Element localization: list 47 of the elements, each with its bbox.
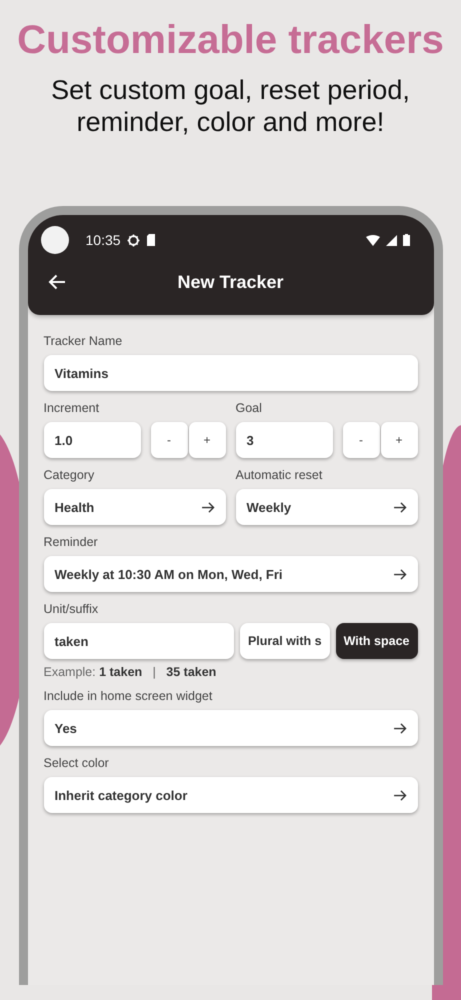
wifi-icon [366,234,380,246]
example-text: Example: 1 taken | 35 taken [44,665,218,679]
arrow-right-icon [394,722,406,734]
toggle-button[interactable]: With space [336,623,418,659]
field-label: Include in home screen widget [44,689,214,703]
plus-button[interactable]: + [188,422,226,458]
toggle-button[interactable]: Plural with s [240,623,330,659]
text-field[interactable]: taken [44,623,234,659]
selector-field[interactable]: Inherit category color [44,777,418,813]
subtitle-line: reminder, color and more! [76,106,384,138]
field-label: Reminder [44,535,99,549]
field-label: Increment [44,401,100,415]
battery-icon [402,234,410,246]
field-label: Unit/suffix [44,602,100,616]
selector-field[interactable]: Health [44,489,226,525]
subtitle-line: Set custom goal, reset period, [51,74,410,106]
selector-field[interactable]: Yes [44,710,418,746]
field-value: Weekly at 10:30 AM on Mon, Wed, Fri [54,566,283,582]
minus-button[interactable]: - [342,422,380,458]
minus-button[interactable]: - [150,422,188,458]
text-field[interactable]: Vitamins [44,355,418,391]
field-label: Automatic reset [236,468,324,482]
field-value: Inherit category color [54,788,188,802]
back-arrow-icon[interactable] [48,274,66,290]
field-value: Weekly [246,500,292,514]
signal-icon [386,234,396,246]
arrow-right-icon [394,790,406,800]
field-value: Yes [54,720,77,736]
field-label: Category [44,468,96,482]
number-field[interactable]: 3 [236,422,332,458]
field-label: Tracker Name [44,334,124,348]
camera-hole [40,226,68,254]
field-value: Health [54,500,94,514]
number-field[interactable]: 1.0 [44,422,140,458]
field-label: Goal [236,401,263,415]
arrow-right-icon [394,568,406,580]
status-time: 10:35 [86,232,121,248]
headline: Customizable trackers [17,17,444,64]
arrow-right-icon [202,502,214,512]
gear-icon [126,234,140,246]
selector-field[interactable]: Weekly [236,489,418,525]
sd-card-icon [146,234,156,246]
selector-field[interactable]: Weekly at 10:30 AM on Mon, Wed, Fri [44,556,418,592]
plus-button[interactable]: + [380,422,418,458]
screen-title: New Tracker [176,272,285,292]
field-label: Select color [44,756,110,770]
arrow-right-icon [394,502,406,512]
